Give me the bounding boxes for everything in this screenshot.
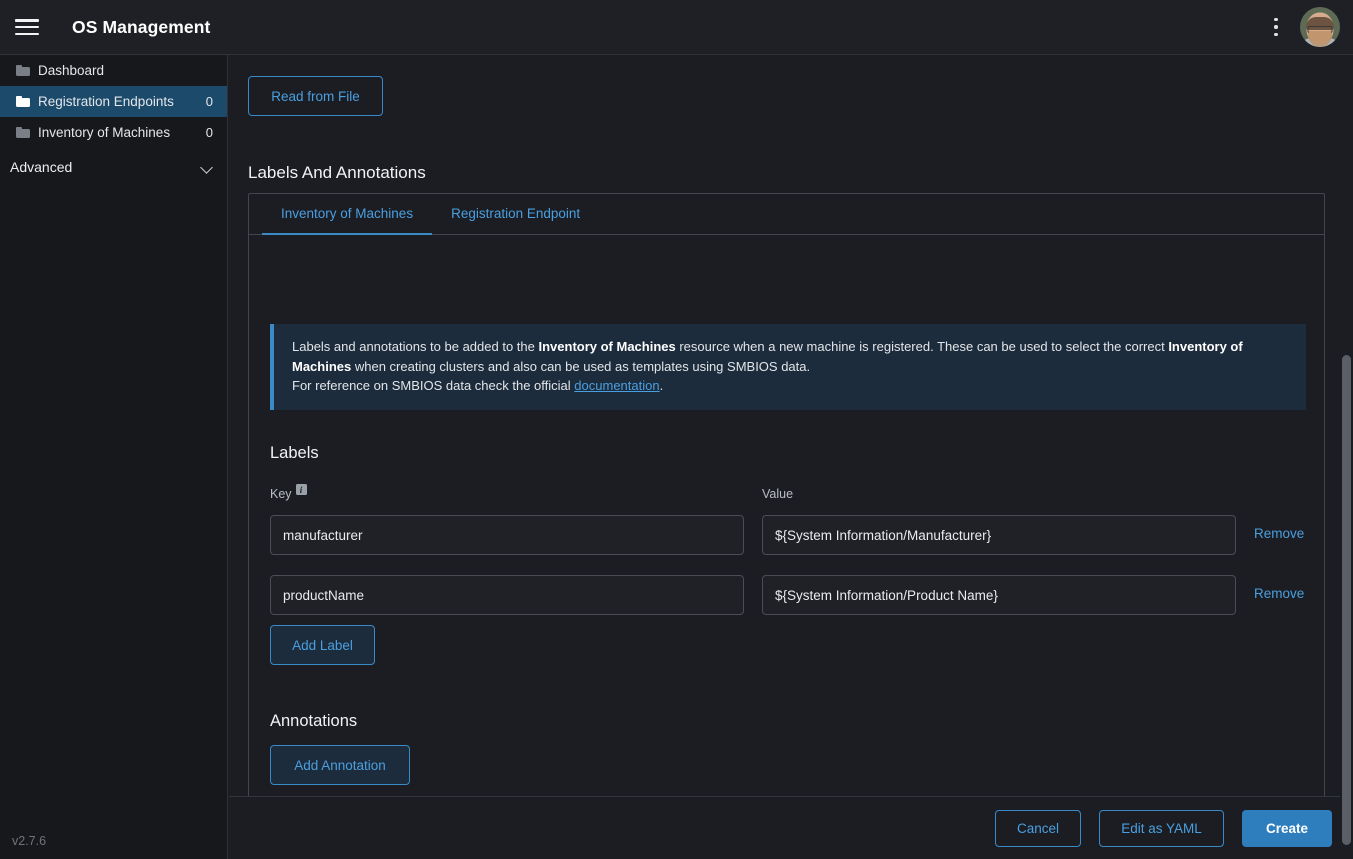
banner-text-1: Labels and annotations to be added to th… (292, 339, 538, 354)
sidebar-item-dashboard[interactable]: Dashboard (0, 55, 227, 86)
scroll-area: Read from File Labels And Annotations In… (229, 55, 1353, 796)
chevron-down-icon (202, 162, 213, 173)
top-app-bar: OS Management (0, 0, 1353, 55)
read-from-file-button[interactable]: Read from File (248, 76, 383, 116)
avatar-glasses (1308, 26, 1333, 33)
banner-text-4: For reference on SMBIOS data check the o… (292, 378, 574, 393)
label-value-input-0[interactable] (762, 515, 1236, 555)
hamburger-icon[interactable] (13, 16, 41, 38)
scrollbar-thumb[interactable] (1342, 355, 1351, 845)
info-banner: Labels and annotations to be added to th… (270, 324, 1306, 410)
sidebar-item-label: Registration Endpoints (38, 94, 206, 109)
info-icon[interactable]: i (296, 484, 307, 495)
sidebar-item-count: 0 (206, 125, 213, 140)
add-label-button[interactable]: Add Label (270, 625, 375, 665)
remove-label-link-0[interactable]: Remove (1254, 526, 1304, 541)
annotations-heading: Annotations (270, 712, 357, 731)
section-title: Labels And Annotations (248, 163, 426, 183)
cancel-button[interactable]: Cancel (995, 810, 1081, 847)
label-key-input-1[interactable] (270, 575, 744, 615)
version-label: v2.7.6 (12, 834, 46, 848)
label-row: Remove (270, 515, 1306, 555)
tab-inventory-of-machines[interactable]: Inventory of Machines (262, 194, 432, 235)
documentation-link[interactable]: documentation (574, 378, 659, 393)
kebab-menu-icon[interactable] (1266, 14, 1286, 40)
scrollbar-track[interactable] (1340, 55, 1353, 859)
tab-bar: Inventory of Machines Registration Endpo… (249, 194, 1324, 235)
create-button[interactable]: Create (1242, 810, 1332, 847)
folder-icon (16, 127, 30, 138)
sidebar-item-inventory-of-machines[interactable]: Inventory of Machines 0 (0, 117, 227, 148)
sidebar: Dashboard Registration Endpoints 0 Inven… (0, 55, 228, 859)
value-column-header: Value (762, 487, 793, 501)
key-column-label: Key (270, 487, 292, 501)
avatar[interactable] (1300, 7, 1340, 47)
folder-icon (16, 96, 30, 107)
banner-bold-1: Inventory of Machines (538, 339, 675, 354)
label-value-input-1[interactable] (762, 575, 1236, 615)
banner-text-5: . (660, 378, 664, 393)
sidebar-item-count: 0 (206, 94, 213, 109)
page-title: OS Management (72, 17, 210, 38)
banner-text-3: when creating clusters and also can be u… (351, 359, 810, 374)
labels-annotations-card: Inventory of Machines Registration Endpo… (248, 193, 1325, 833)
sidebar-section-advanced[interactable]: Advanced (0, 150, 227, 184)
sidebar-item-registration-endpoints[interactable]: Registration Endpoints 0 (0, 86, 227, 117)
tab-registration-endpoint[interactable]: Registration Endpoint (432, 194, 599, 235)
sidebar-item-label: Inventory of Machines (38, 125, 206, 140)
sidebar-section-label: Advanced (10, 159, 202, 175)
main-content: Read from File Labels And Annotations In… (229, 55, 1353, 859)
key-column-header: Key i (270, 487, 307, 501)
labels-heading: Labels (270, 444, 319, 463)
banner-text-2: resource when a new machine is registere… (676, 339, 1169, 354)
label-key-input-0[interactable] (270, 515, 744, 555)
topbar-actions (1266, 7, 1353, 47)
remove-label-link-1[interactable]: Remove (1254, 586, 1304, 601)
edit-as-yaml-button[interactable]: Edit as YAML (1099, 810, 1224, 847)
add-annotation-button[interactable]: Add Annotation (270, 745, 410, 785)
sidebar-item-label: Dashboard (38, 63, 213, 78)
label-row: Remove (270, 575, 1306, 615)
footer-actions: Cancel Edit as YAML Create (229, 796, 1353, 859)
folder-icon (16, 65, 30, 76)
